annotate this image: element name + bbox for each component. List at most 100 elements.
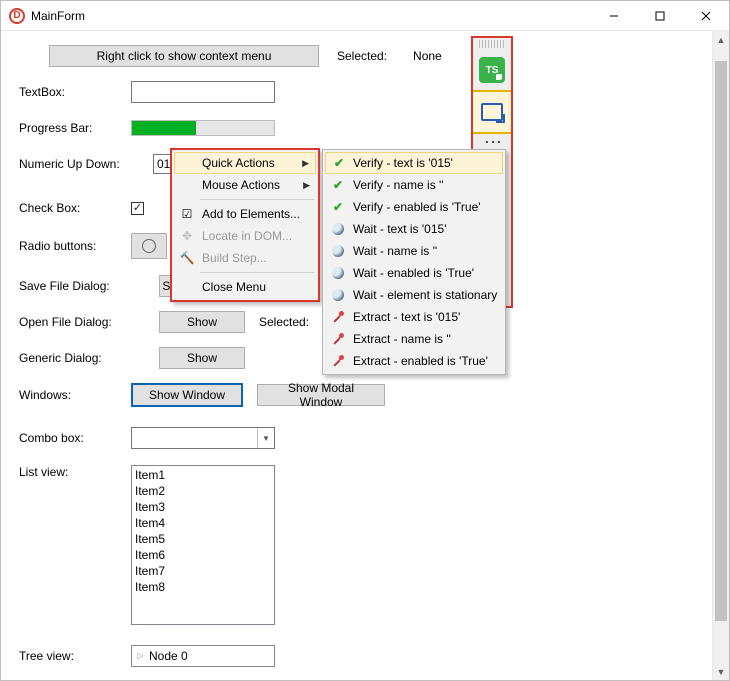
- maximize-button[interactable]: [637, 1, 683, 31]
- pin-icon: [331, 333, 345, 345]
- progress-fill: [132, 121, 196, 135]
- list-item[interactable]: Item5: [135, 531, 271, 547]
- menu-label: Quick Actions: [202, 156, 275, 170]
- scroll-down-button[interactable]: ▼: [713, 663, 729, 680]
- context-menu-button[interactable]: Right click to show context menu: [49, 45, 319, 67]
- vertical-scrollbar[interactable]: ▲ ▼: [712, 31, 729, 680]
- globe-icon: [331, 245, 345, 257]
- submenu-wait-name[interactable]: Wait - name is '': [325, 240, 503, 262]
- test-studio-icon: TS: [479, 57, 505, 83]
- globe-icon: [331, 289, 345, 301]
- show-modal-window-button[interactable]: Show Modal Window: [257, 384, 385, 406]
- submenu-verify-enabled[interactable]: ✔ Verify - enabled is 'True': [325, 196, 503, 218]
- submenu-extract-name[interactable]: Extract - name is '': [325, 328, 503, 350]
- tree-view[interactable]: ▷ Node 0: [131, 645, 275, 667]
- title-bar: D MainForm: [1, 1, 729, 31]
- submenu-wait-enabled[interactable]: Wait - enabled is 'True': [325, 262, 503, 284]
- radio-option-frame[interactable]: [131, 233, 167, 259]
- windows-label: Windows:: [19, 388, 131, 402]
- menu-label: Verify - name is '': [353, 178, 444, 192]
- textbox-label: TextBox:: [19, 85, 131, 99]
- list-item[interactable]: Item8: [135, 579, 271, 595]
- submenu-wait-stationary[interactable]: Wait - element is stationary: [325, 284, 503, 306]
- selected-label: Selected:: [337, 49, 387, 63]
- generic-dialog-show-button[interactable]: Show: [159, 347, 245, 369]
- list-item[interactable]: Item3: [135, 499, 271, 515]
- generic-dialog-label: Generic Dialog:: [19, 351, 159, 365]
- dock-item-test-studio[interactable]: TS: [473, 50, 511, 90]
- treeview-label: Tree view:: [19, 649, 131, 663]
- check-icon: ✔: [331, 200, 345, 214]
- progress-label: Progress Bar:: [19, 121, 131, 135]
- list-view[interactable]: Item1 Item2 Item3 Item4 Item5 Item6 Item…: [131, 465, 275, 625]
- window-title: MainForm: [31, 9, 85, 23]
- menu-separator: [200, 272, 314, 273]
- tree-expand-icon[interactable]: ▷: [136, 652, 145, 661]
- menu-mouse-actions[interactable]: Mouse Actions ▶: [174, 174, 316, 196]
- menu-label: Extract - name is '': [353, 332, 451, 346]
- menu-label: Extract - enabled is 'True': [353, 354, 488, 368]
- submenu-verify-name[interactable]: ✔ Verify - name is '': [325, 174, 503, 196]
- open-dialog-label: Open File Dialog:: [19, 315, 159, 329]
- menu-label: Verify - text is '015': [353, 156, 453, 170]
- menu-build-step: 🔨 Build Step...: [174, 247, 316, 269]
- numeric-label: Numeric Up Down:: [19, 157, 153, 171]
- submenu-extract-text[interactable]: Extract - text is '015': [325, 306, 503, 328]
- client-area: Right click to show context menu Selecte…: [1, 31, 729, 680]
- menu-close[interactable]: Close Menu: [174, 276, 316, 298]
- menu-add-to-elements[interactable]: ☑ Add to Elements...: [174, 203, 316, 225]
- list-item[interactable]: Item6: [135, 547, 271, 563]
- submenu-wait-text[interactable]: Wait - text is '015': [325, 218, 503, 240]
- dock-grip[interactable]: [479, 40, 505, 48]
- checkbox-input[interactable]: ✓: [131, 202, 144, 215]
- menu-locate-in-dom: ✥ Locate in DOM...: [174, 225, 316, 247]
- add-element-icon: ☑: [180, 207, 194, 221]
- pin-icon: [331, 355, 345, 367]
- combo-box[interactable]: ▼: [131, 427, 275, 449]
- textbox-input[interactable]: [131, 81, 275, 103]
- submenu-verify-text[interactable]: ✔ Verify - text is '015': [325, 152, 503, 174]
- combo-label: Combo box:: [19, 431, 131, 445]
- list-item[interactable]: Item7: [135, 563, 271, 579]
- menu-separator: [200, 199, 314, 200]
- menu-quick-actions[interactable]: Quick Actions ▶: [174, 152, 316, 174]
- progress-bar: [131, 120, 275, 136]
- minimize-button[interactable]: [591, 1, 637, 31]
- app-window: D MainForm Right click to show context m…: [0, 0, 730, 681]
- combo-value: [132, 428, 257, 448]
- menu-label: Build Step...: [202, 251, 267, 265]
- quick-actions-submenu: ✔ Verify - text is '015' ✔ Verify - name…: [322, 149, 506, 375]
- scroll-up-button[interactable]: ▲: [713, 31, 729, 48]
- radio-circle-icon: [142, 239, 156, 253]
- menu-label: Locate in DOM...: [202, 229, 292, 243]
- check-icon: ✔: [331, 178, 345, 192]
- open-dialog-show-button[interactable]: Show: [159, 311, 245, 333]
- check-icon: ✔: [332, 156, 346, 170]
- submenu-extract-enabled[interactable]: Extract - enabled is 'True': [325, 350, 503, 372]
- menu-label: Verify - enabled is 'True': [353, 200, 481, 214]
- submenu-arrow-icon: ▶: [303, 180, 310, 191]
- save-dialog-label: Save File Dialog:: [19, 279, 159, 293]
- menu-label: Add to Elements...: [202, 207, 300, 221]
- list-item[interactable]: Item4: [135, 515, 271, 531]
- globe-icon: [331, 223, 345, 235]
- globe-icon: [331, 267, 345, 279]
- menu-label: Mouse Actions: [202, 178, 280, 192]
- locate-icon: ✥: [180, 229, 194, 243]
- pin-icon: [331, 311, 345, 323]
- dock-item-highlight[interactable]: [473, 92, 511, 132]
- context-menu: Quick Actions ▶ Mouse Actions ▶ ☑ Add to…: [170, 148, 320, 302]
- show-window-button[interactable]: Show Window: [131, 383, 243, 407]
- list-item[interactable]: Item2: [135, 483, 271, 499]
- checkbox-label: Check Box:: [19, 201, 131, 215]
- selected-value: None: [413, 49, 442, 63]
- close-button[interactable]: [683, 1, 729, 31]
- menu-label: Wait - enabled is 'True': [353, 266, 474, 280]
- tree-node-label[interactable]: Node 0: [149, 649, 188, 663]
- chevron-down-icon[interactable]: ▼: [257, 428, 274, 448]
- list-item[interactable]: Item1: [135, 467, 271, 483]
- listview-label: List view:: [19, 465, 131, 479]
- scroll-thumb[interactable]: [715, 61, 727, 621]
- menu-label: Extract - text is '015': [353, 310, 460, 324]
- menu-label: Wait - name is '': [353, 244, 437, 258]
